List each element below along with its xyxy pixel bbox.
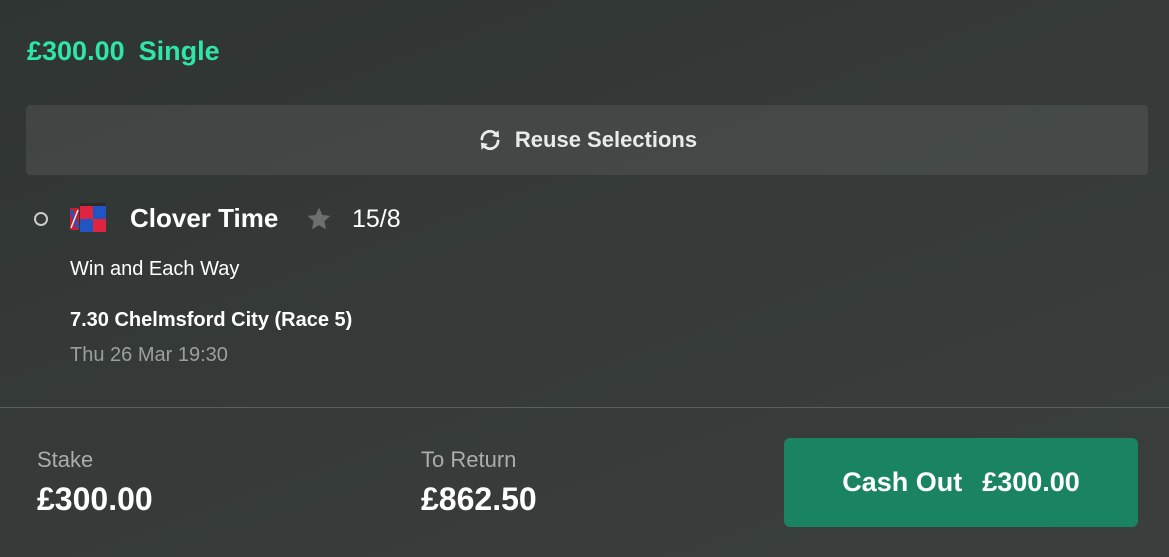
bet-type: Single [138, 36, 220, 66]
to-return-label: To Return [421, 447, 517, 472]
footer-divider [0, 407, 1169, 408]
market-name: Win and Each Way [70, 258, 240, 280]
reuse-selections-button[interactable]: Reuse Selections [26, 105, 1148, 175]
stake-value: £300.00 [37, 481, 153, 517]
reuse-selections-label: Reuse Selections [514, 127, 698, 152]
stake-label: Stake [37, 447, 94, 472]
bet-amount: £300.00 [27, 36, 125, 66]
refresh-icon [480, 129, 500, 151]
bet-summary-header: £300.00 Single [27, 36, 220, 67]
runner-name: Clover Time [130, 203, 279, 233]
jockey-silks-icon [70, 203, 106, 232]
race-datetime: Thu 26 Mar 19:30 [70, 344, 228, 366]
cash-out-label: Cash Out [842, 467, 963, 497]
star-icon[interactable] [306, 206, 332, 232]
stake-section: Stake £300.00 [37, 447, 153, 518]
to-return-section: To Return £862.50 [421, 447, 537, 518]
race-name: 7.30 Chelmsford City (Race 5) [70, 309, 353, 331]
cash-out-amount: £300.00 [982, 467, 1080, 497]
odds-value: 15/8 [352, 205, 401, 233]
cash-out-button[interactable]: Cash Out £300.00 [784, 438, 1138, 527]
radio-icon [34, 212, 48, 226]
to-return-value: £862.50 [421, 481, 537, 517]
